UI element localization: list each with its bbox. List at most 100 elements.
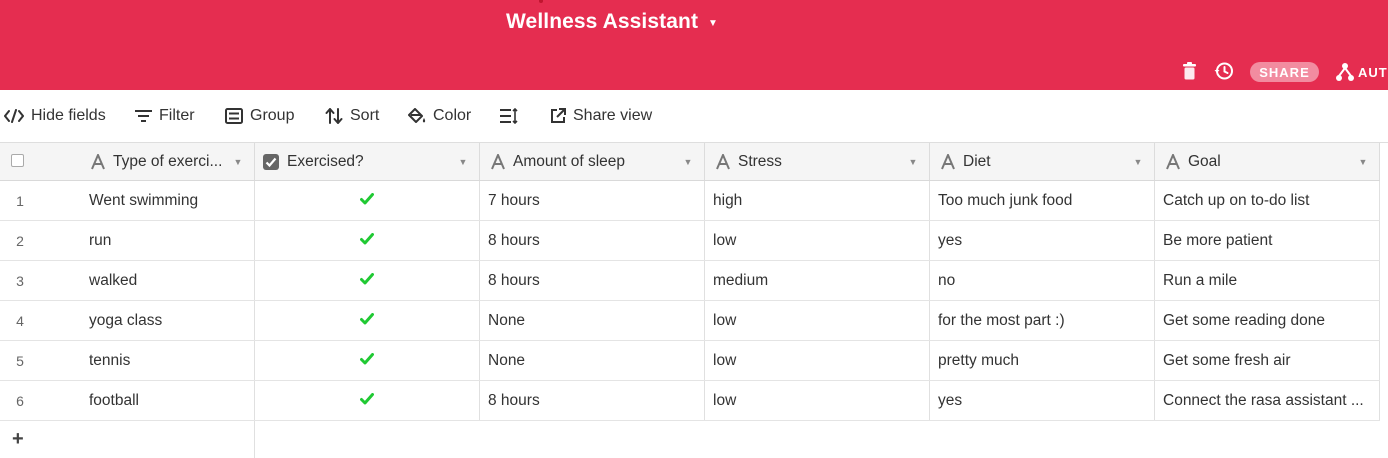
cell-stress[interactable]: high: [713, 181, 925, 220]
paint-bucket-icon: [408, 107, 426, 123]
cell-amount-of-sleep[interactable]: None: [488, 301, 700, 340]
cell-exercised[interactable]: [255, 181, 479, 220]
chevron-down-icon[interactable]: ▼: [680, 157, 696, 167]
column-header-type-of-exercise[interactable]: Type of exerci... ▼: [80, 143, 255, 180]
chevron-down-icon[interactable]: ▼: [905, 157, 921, 167]
caret-down-icon: ▼: [708, 17, 719, 29]
cell-amount-of-sleep[interactable]: 8 hours: [488, 221, 700, 260]
cell-exercised[interactable]: [255, 261, 479, 300]
checkmark-icon: [360, 192, 374, 204]
column-header-amount-of-sleep[interactable]: Amount of sleep ▼: [480, 143, 705, 180]
cell-exercised[interactable]: [255, 381, 479, 420]
color-button[interactable]: Color: [408, 104, 471, 128]
table-row[interactable]: 2 run 8 hours low yes Be more patient: [0, 221, 1380, 261]
cell-stress[interactable]: low: [713, 221, 925, 260]
cell-diet[interactable]: Too much junk food: [938, 181, 1150, 220]
group-label: Group: [250, 107, 295, 124]
column-name: Exercised?: [287, 152, 364, 170]
column-header-diet[interactable]: Diet ▼: [930, 143, 1155, 180]
row-number: 1: [16, 192, 24, 209]
sort-icon: [325, 108, 343, 124]
history-icon[interactable]: [1214, 61, 1234, 86]
chevron-down-icon[interactable]: ▼: [1130, 157, 1146, 167]
cell-type-of-exercise[interactable]: yoga class: [89, 301, 249, 340]
cell-exercised[interactable]: [255, 301, 479, 340]
filter-icon: [135, 110, 152, 122]
cell-stress[interactable]: low: [713, 341, 925, 380]
cell-amount-of-sleep[interactable]: 8 hours: [488, 261, 700, 300]
cell-goal[interactable]: Get some fresh air: [1163, 341, 1375, 380]
automations-button[interactable]: AUTO: [1336, 60, 1388, 84]
cell-stress[interactable]: low: [713, 301, 925, 340]
select-all-checkbox[interactable]: [11, 154, 24, 167]
share-view-button[interactable]: Share view: [550, 104, 652, 128]
cell-diet[interactable]: yes: [938, 381, 1150, 420]
column-header-stress[interactable]: Stress ▼: [705, 143, 930, 180]
add-row-button[interactable]: +: [12, 428, 24, 451]
select-all-cell: [0, 143, 80, 180]
sort-label: Sort: [350, 107, 380, 124]
cell-exercised[interactable]: [255, 341, 479, 380]
table-row[interactable]: 4 yoga class None low for the most part :) Ge…: [0, 301, 1380, 341]
column-header-exercised[interactable]: Exercised? ▼: [255, 143, 480, 180]
table-row[interactable]: 3 walked 8 hours medium no Run a mile: [0, 261, 1380, 301]
checkmark-icon: [360, 272, 374, 284]
table-row[interactable]: 1 Went swimming 7 hours high Too much junk f…: [0, 181, 1380, 221]
share-button[interactable]: SHARE: [1250, 62, 1319, 82]
cell-diet[interactable]: no: [938, 261, 1150, 300]
hide-fields-icon: [4, 109, 24, 123]
data-grid: Type of exerci... ▼ Exercised? ▼ Amount …: [0, 143, 1388, 458]
hide-fields-label: Hide fields: [31, 107, 106, 124]
checkmark-icon: [360, 352, 374, 364]
column-header-row: Type of exerci... ▼ Exercised? ▼ Amount …: [0, 143, 1380, 181]
automation-icon: [1336, 63, 1354, 81]
cell-goal[interactable]: Be more patient: [1163, 221, 1375, 260]
cell-goal[interactable]: Run a mile: [1163, 261, 1375, 300]
filter-button[interactable]: Filter: [135, 104, 195, 128]
chevron-down-icon[interactable]: ▼: [1355, 157, 1371, 167]
cell-diet[interactable]: pretty much: [938, 341, 1150, 380]
cell-type-of-exercise[interactable]: football: [89, 381, 249, 420]
base-header: Wellness Assistant ▼ SHARE AUTO: [0, 0, 1388, 90]
column-header-goal[interactable]: Goal ▼: [1155, 143, 1380, 180]
text-field-icon: [941, 153, 955, 170]
chevron-down-icon[interactable]: ▼: [455, 157, 471, 167]
row-height-button[interactable]: [500, 104, 525, 128]
header-indicator: [539, 0, 543, 3]
checkmark-icon: [360, 392, 374, 404]
cell-stress[interactable]: medium: [713, 261, 925, 300]
cell-amount-of-sleep[interactable]: 7 hours: [488, 181, 700, 220]
column-name: Goal: [1188, 152, 1221, 170]
external-link-icon: [551, 108, 566, 123]
cell-type-of-exercise[interactable]: walked: [89, 261, 249, 300]
sort-button[interactable]: Sort: [325, 104, 379, 128]
cell-type-of-exercise[interactable]: tennis: [89, 341, 249, 380]
filter-label: Filter: [159, 107, 195, 124]
column-name: Amount of sleep: [513, 152, 626, 170]
cell-goal[interactable]: Catch up on to-do list: [1163, 181, 1375, 220]
cell-exercised[interactable]: [255, 221, 479, 260]
cell-goal[interactable]: Get some reading done: [1163, 301, 1375, 340]
cell-stress[interactable]: low: [713, 381, 925, 420]
text-field-icon: [491, 153, 505, 170]
cell-diet[interactable]: yes: [938, 221, 1150, 260]
table-row[interactable]: 6 football 8 hours low yes Connect the rasa a…: [0, 381, 1380, 421]
chevron-down-icon[interactable]: ▼: [230, 157, 246, 167]
cell-diet[interactable]: for the most part :): [938, 301, 1150, 340]
row-number: 2: [16, 232, 24, 249]
view-toolbar: Hide fields Filter Group Sort Color Shar…: [0, 90, 1388, 143]
text-field-icon: [1166, 153, 1180, 170]
group-button[interactable]: Group: [225, 104, 294, 128]
cell-amount-of-sleep[interactable]: None: [488, 341, 700, 380]
hide-fields-button[interactable]: Hide fields: [4, 104, 106, 128]
trash-icon[interactable]: [1183, 62, 1196, 85]
cell-type-of-exercise[interactable]: Went swimming: [89, 181, 249, 220]
automations-label: AUTO: [1358, 64, 1388, 80]
row-height-icon: [500, 108, 518, 124]
cell-goal[interactable]: Connect the rasa assistant ...: [1163, 381, 1375, 420]
cell-amount-of-sleep[interactable]: 8 hours: [488, 381, 700, 420]
table-row[interactable]: 5 tennis None low pretty much Get some fresh …: [0, 341, 1380, 381]
base-title-menu[interactable]: Wellness Assistant ▼: [506, 10, 718, 34]
cell-type-of-exercise[interactable]: run: [89, 221, 249, 260]
base-title: Wellness Assistant: [506, 10, 699, 33]
